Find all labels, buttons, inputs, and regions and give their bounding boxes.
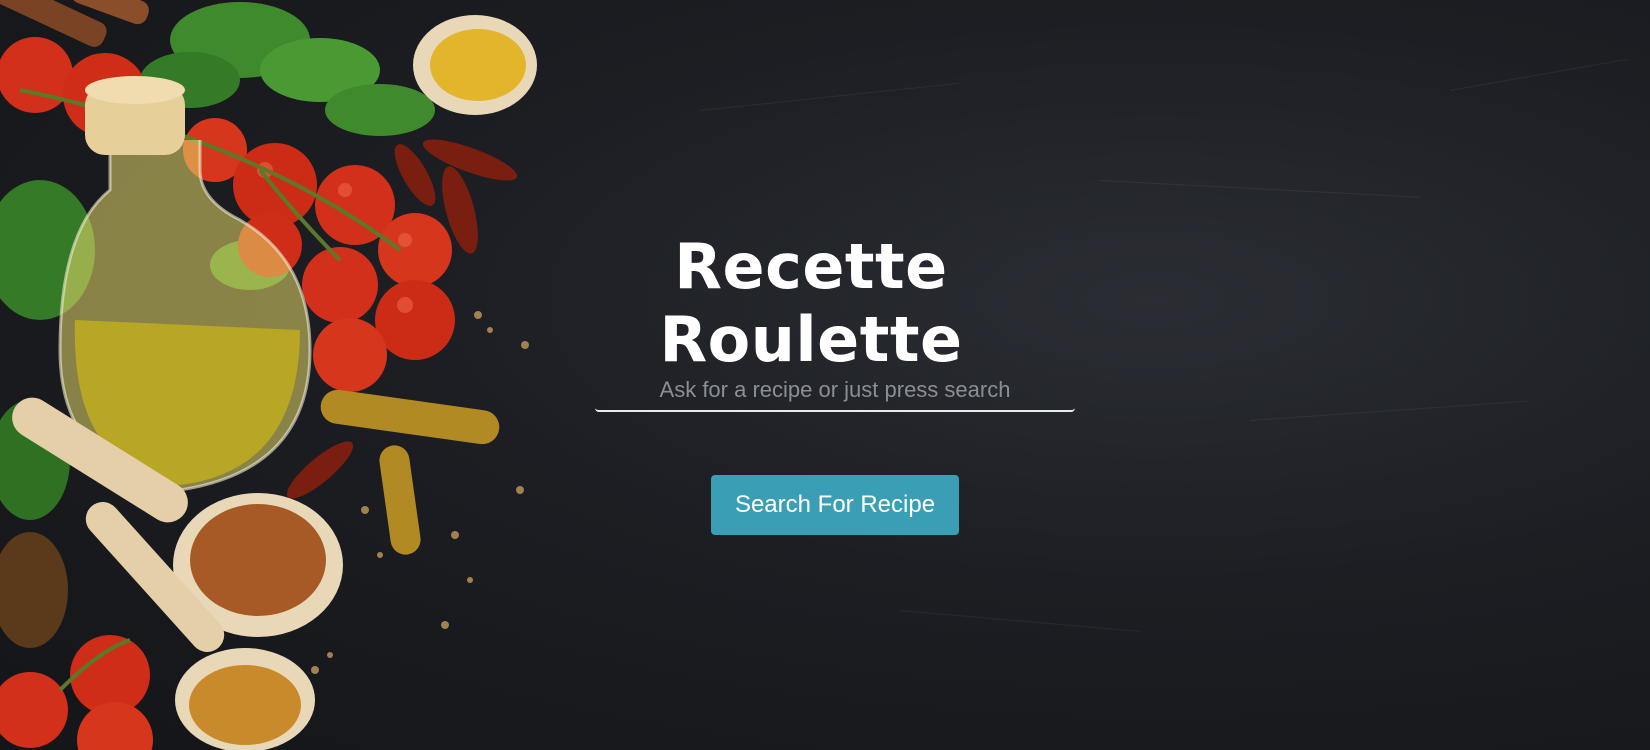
search-recipe-button[interactable]: Search For Recipe	[711, 475, 959, 535]
landing-page: Recette Roulette Search For Recipe	[0, 0, 1650, 750]
board-scratch	[1249, 400, 1530, 421]
board-scratch	[899, 610, 1140, 632]
turmeric-roots	[320, 389, 500, 555]
board-scratch	[699, 82, 959, 111]
board-scratch	[1099, 180, 1420, 198]
board-scratch	[1449, 58, 1628, 91]
food-ingredients-illustration	[0, 0, 537, 750]
turmeric-spoon-top	[413, 15, 537, 115]
recipe-search-input[interactable]	[595, 370, 1075, 412]
page-title: Recette Roulette	[659, 230, 963, 376]
